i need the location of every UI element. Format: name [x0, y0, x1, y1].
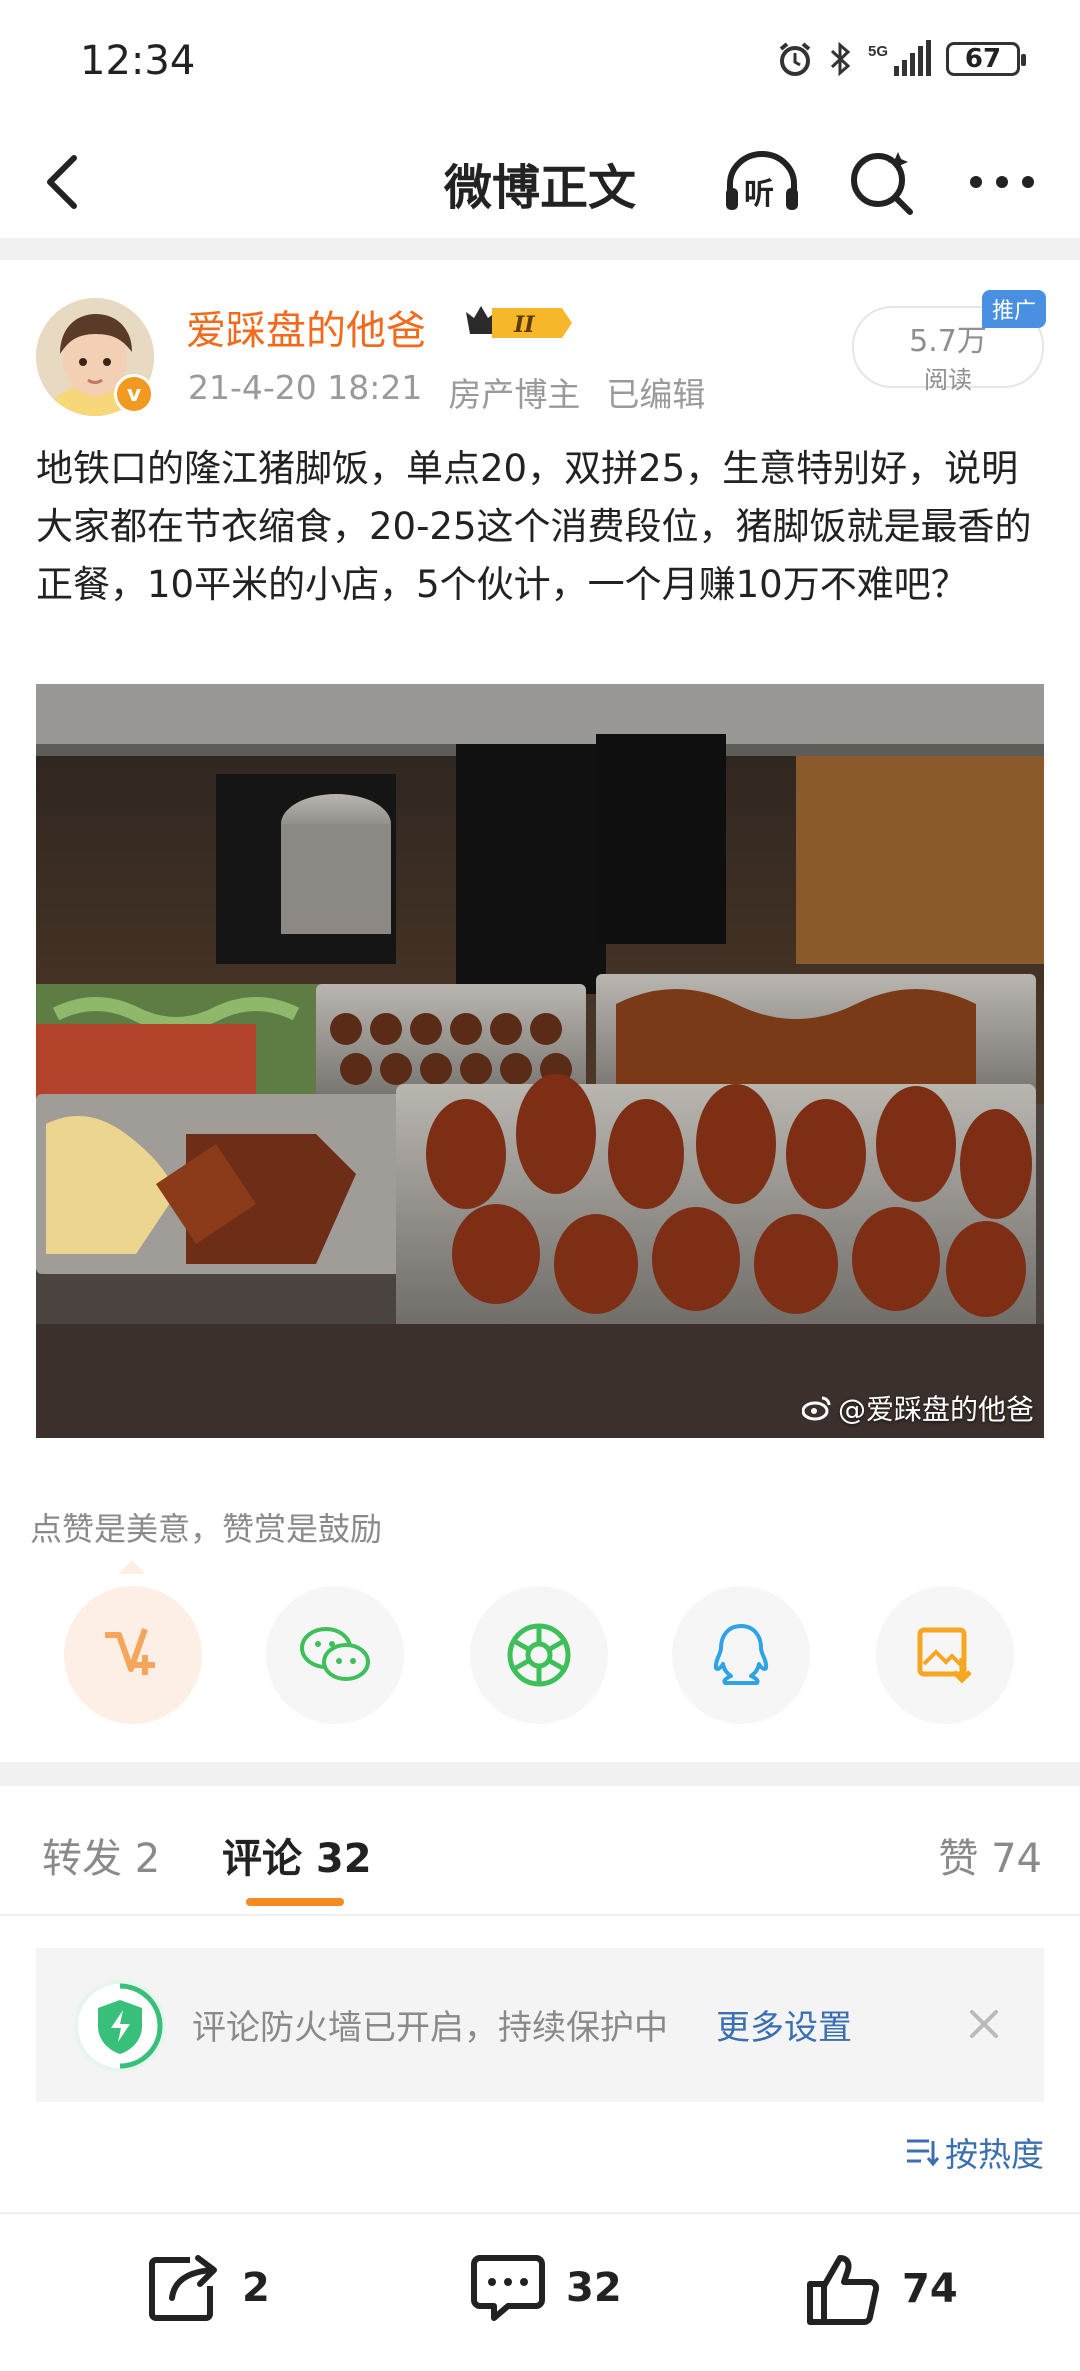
save-image-icon: [917, 1627, 972, 1684]
post-meta: 21-4-20 18:21 房产博主 已编辑: [188, 368, 705, 416]
sort-label: 按热度: [945, 2135, 1044, 2174]
moments-icon: [507, 1623, 571, 1687]
watermark-text: @爱踩盘的他爸: [837, 1393, 1034, 1426]
reward-button[interactable]: [64, 1586, 202, 1724]
vip-crown-badge: II: [466, 306, 572, 338]
shield-lightning-icon: [74, 1980, 166, 2072]
post-image[interactable]: @爱踩盘的他爸: [36, 684, 1044, 1438]
post-header: v 爱踩盘的他爸 II 21-4-20 18:21 房产博主 已编辑 5.7万 …: [0, 262, 1080, 432]
alarm-icon: [779, 42, 811, 76]
bottom-action-bar: 2 32 74: [0, 2212, 1080, 2371]
repost-count: 2: [242, 2265, 270, 2311]
more-dots-icon: [970, 176, 1034, 188]
close-icon[interactable]: [960, 2000, 1008, 2048]
headphones-listen-icon: 听: [726, 151, 798, 212]
share-icon: [149, 2255, 217, 2321]
tip-caret: [118, 1560, 146, 1574]
tab-repost[interactable]: 转发 2: [42, 1826, 160, 1884]
more-button[interactable]: [960, 146, 1044, 218]
search-icon: [851, 152, 913, 215]
section-divider: [0, 238, 1080, 260]
notice-text: 评论防火墙已开启，持续保护中: [192, 2008, 668, 2048]
section-divider-2: [0, 1762, 1080, 1786]
status-icons: 5G 67: [776, 40, 1026, 78]
tab-comments[interactable]: 评论 32: [222, 1826, 372, 1884]
reward-tip: 点赞是美意，赞赏是鼓励: [30, 1510, 383, 1548]
bluetooth-icon: [830, 41, 851, 77]
save-image-button[interactable]: [876, 1586, 1014, 1724]
status-bar: 12:34 5G 67: [0, 0, 1080, 126]
nav-bar: 微博正文 听: [0, 126, 1080, 238]
repost-button[interactable]: 2: [146, 2252, 270, 2324]
author-role: 房产博主: [448, 375, 581, 414]
verified-badge: v: [114, 374, 154, 414]
author-name[interactable]: 爱踩盘的他爸: [186, 298, 426, 356]
post-tabs: 转发 2 评论 32 赞 74: [0, 1786, 1080, 1916]
like-count: 74: [902, 2266, 958, 2312]
read-label: 阅读: [924, 366, 972, 394]
wechat-share-button[interactable]: [266, 1586, 404, 1724]
share-row: [0, 1586, 1080, 1726]
image-watermark: @爱踩盘的他爸: [801, 1388, 1034, 1428]
comment-count: 32: [566, 2265, 622, 2311]
battery-indicator: 67: [946, 42, 1026, 76]
promo-tag[interactable]: 推广: [981, 290, 1046, 328]
wechat-icon: [300, 1627, 370, 1681]
edited-label: 已编辑: [606, 375, 706, 414]
signal-5g-icon: 5G: [868, 40, 931, 76]
svg-text:5G: 5G: [868, 43, 888, 60]
svg-text:听: 听: [744, 177, 774, 212]
like-button[interactable]: 74: [806, 2252, 958, 2326]
vip-level-text: II: [513, 312, 535, 338]
nav-actions: 听: [720, 146, 1044, 218]
qq-icon: [713, 1624, 769, 1685]
reward-icon: [105, 1628, 155, 1675]
weibo-logo-icon: [801, 1396, 831, 1421]
more-settings-link[interactable]: 更多设置: [716, 2000, 852, 2049]
comment-firewall-notice: 评论防火墙已开启，持续保护中 更多设置: [36, 1948, 1044, 2102]
sort-icon: [907, 2139, 939, 2167]
battery-level: 67: [964, 44, 1002, 74]
post-text: 地铁口的隆江猪脚饭，单点20，双拼25，生意特别好，说明大家都在节衣缩食，20-…: [36, 447, 1032, 606]
active-tab-indicator: [246, 1898, 344, 1906]
food-stall-photo: [36, 684, 1044, 1438]
listen-button[interactable]: 听: [720, 146, 804, 218]
search-button[interactable]: [840, 146, 924, 218]
sort-by-hot-button[interactable]: 按热度: [905, 2128, 1044, 2176]
comment-button[interactable]: 32: [470, 2252, 622, 2324]
qq-share-button[interactable]: [672, 1586, 810, 1724]
moments-share-button[interactable]: [470, 1586, 608, 1724]
comment-icon: [471, 2255, 545, 2321]
tab-likes[interactable]: 赞 74: [938, 1826, 1042, 1884]
post-date: 21-4-20 18:21: [188, 368, 423, 407]
status-time: 12:34: [80, 38, 196, 84]
thumbs-up-icon: [807, 2255, 880, 2325]
